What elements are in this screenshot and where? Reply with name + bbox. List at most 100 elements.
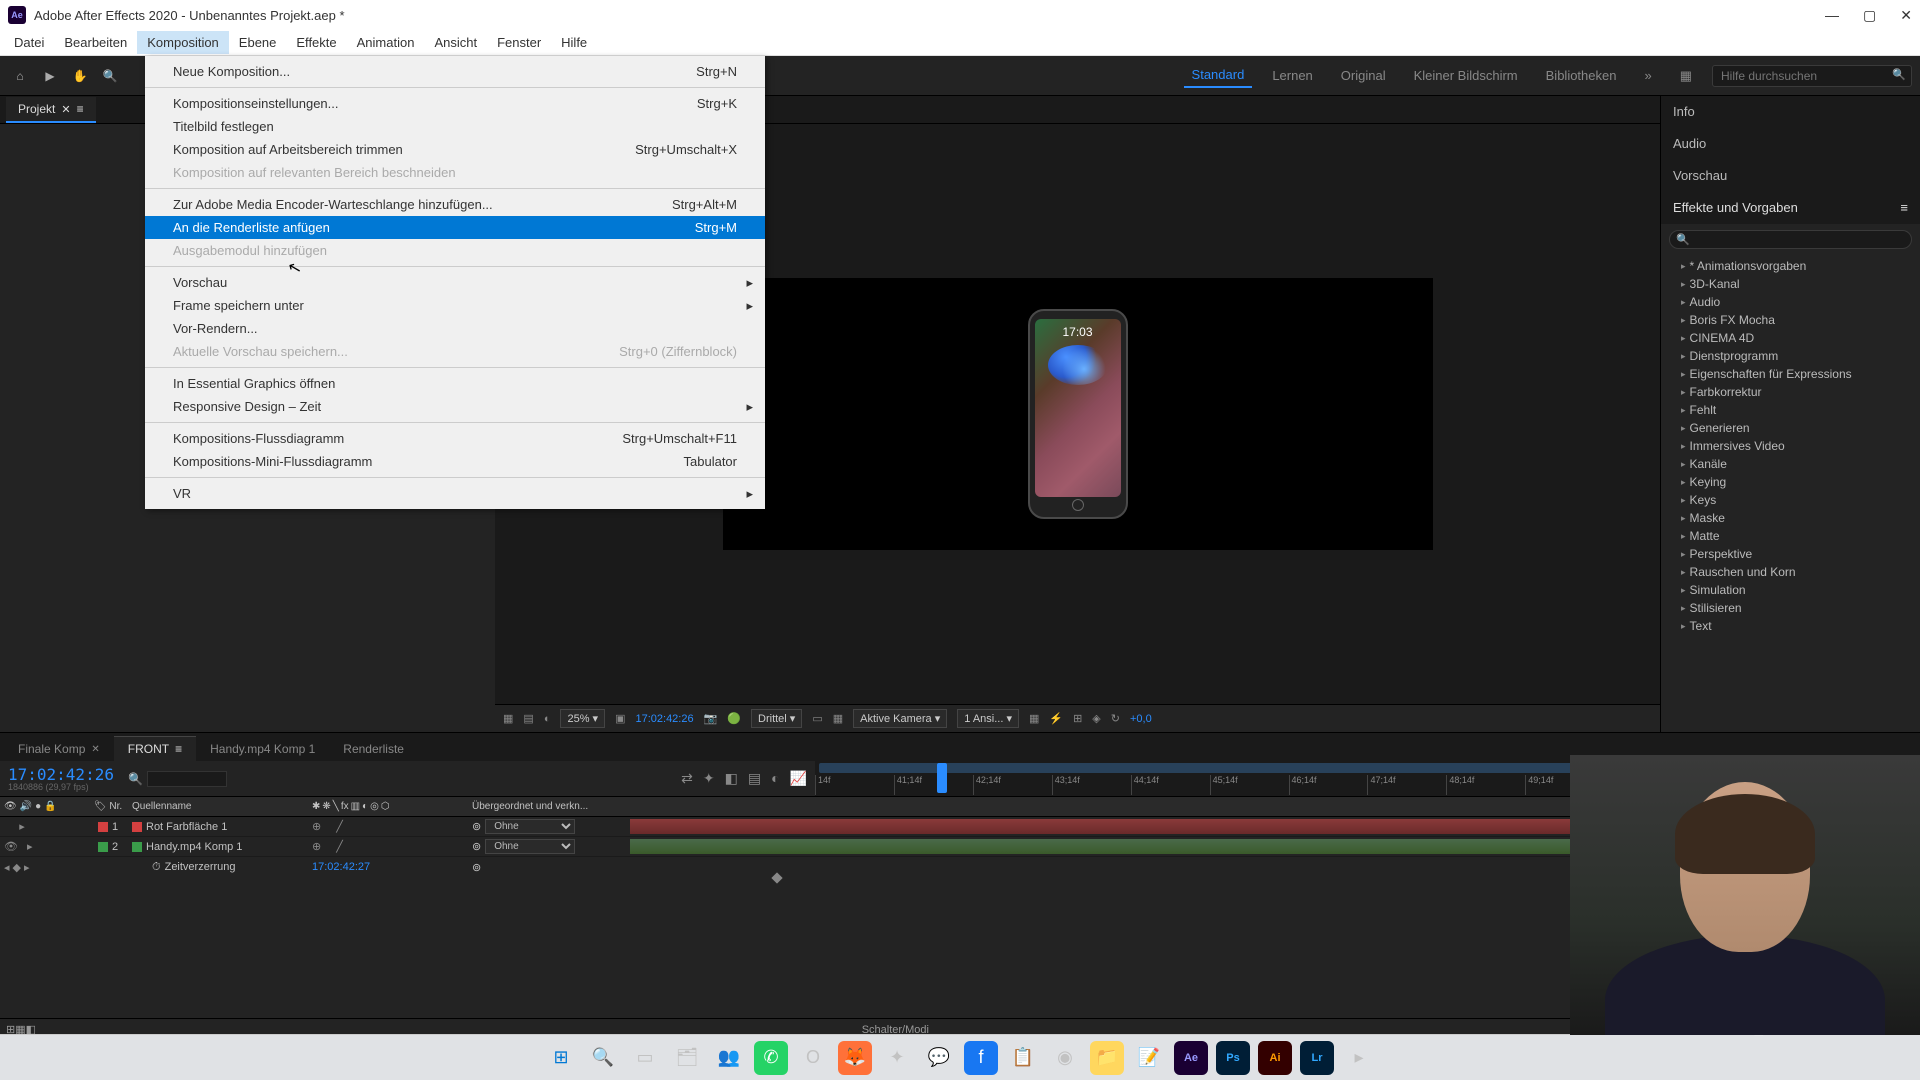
menu-hilfe[interactable]: Hilfe <box>551 31 597 54</box>
info-panel-header[interactable]: Info <box>1661 96 1920 128</box>
menu-item-responsive-design-zeit[interactable]: Responsive Design – Zeit▸ <box>145 395 765 418</box>
reset-workspace-icon[interactable]: ▦ <box>1672 64 1700 88</box>
expand-arrow[interactable]: ▸ <box>19 820 25 833</box>
views-select[interactable]: 1 Ansi... ▾ <box>957 709 1019 728</box>
close-icon[interactable]: ✕ <box>91 744 99 755</box>
menu-bearbeiten[interactable]: Bearbeiten <box>54 31 137 54</box>
effect-category[interactable]: * Animationsvorgaben <box>1661 257 1920 275</box>
panel-menu-icon[interactable]: ≡ <box>77 102 84 116</box>
switch[interactable]: ⊕ <box>312 820 321 833</box>
effect-category[interactable]: Eigenschaften für Expressions <box>1661 365 1920 383</box>
switch-icon[interactable]: ◎ <box>370 801 379 812</box>
menu-item-frame-speichern-unter[interactable]: Frame speichern unter▸ <box>145 294 765 317</box>
playhead[interactable] <box>937 763 947 793</box>
resolution-icon[interactable]: ▣ <box>615 712 625 725</box>
keyframe-nav-prev[interactable]: ◂ <box>4 861 10 874</box>
menu-fenster[interactable]: Fenster <box>487 31 551 54</box>
effect-category[interactable]: Keying <box>1661 473 1920 491</box>
workspace-bibliotheken[interactable]: Bibliotheken <box>1538 64 1625 87</box>
taskbar-teams[interactable]: 👥 <box>712 1041 746 1075</box>
taskbar-explorer[interactable]: 🗂 <box>670 1041 704 1075</box>
taskbar-windows-start[interactable]: ⊞ <box>544 1041 578 1075</box>
menu-ebene[interactable]: Ebene <box>229 31 287 54</box>
keyframe-nav-next[interactable]: ▸ <box>24 861 30 874</box>
effect-category[interactable]: Perspektive <box>1661 545 1920 563</box>
maximize-button[interactable]: ▢ <box>1863 7 1876 24</box>
transparency-icon[interactable]: ▦ <box>833 712 843 725</box>
reset-exposure-icon[interactable]: ↻ <box>1111 712 1120 725</box>
camera-select[interactable]: Aktive Kamera ▾ <box>853 709 947 728</box>
menu-item-komposition-auf-arbeitsbereich-trimmen[interactable]: Komposition auf Arbeitsbereich trimmenSt… <box>145 138 765 161</box>
property-value[interactable]: 17:02:42:27 <box>308 861 468 873</box>
timeline-icon[interactable]: ⊞ <box>1073 712 1082 725</box>
timeline-search[interactable] <box>147 771 227 787</box>
stopwatch-icon[interactable]: ⏱ <box>152 861 161 874</box>
help-search[interactable] <box>1712 65 1912 87</box>
taskbar-lightroom[interactable]: Lr <box>1300 1041 1334 1075</box>
tab-menu-icon[interactable]: ≡ <box>175 742 182 756</box>
fast-preview-icon[interactable]: ⚡ <box>1049 712 1063 725</box>
taskbar-messenger[interactable]: 💬 <box>922 1041 956 1075</box>
switch[interactable]: ⊕ <box>312 840 321 853</box>
effects-search[interactable]: 🔍 <box>1669 230 1912 249</box>
effect-category[interactable]: CINEMA 4D <box>1661 329 1920 347</box>
taskbar-whatsapp[interactable]: ✆ <box>754 1041 788 1075</box>
home-tool[interactable]: ⌂ <box>8 64 32 88</box>
channel-icon[interactable]: 🟢 <box>727 712 741 725</box>
switch-icon[interactable]: ╲ <box>333 801 339 812</box>
workspace-overflow-icon[interactable]: » <box>1636 64 1659 87</box>
menu-item-titelbild-festlegen[interactable]: Titelbild festlegen <box>145 115 765 138</box>
effect-category[interactable]: Boris FX Mocha <box>1661 311 1920 329</box>
taskbar-illustrator[interactable]: Ai <box>1258 1041 1292 1075</box>
hand-tool[interactable]: ✋ <box>68 64 92 88</box>
keyframe-toggle[interactable]: ◆ <box>13 861 21 874</box>
effect-category[interactable]: Stilisieren <box>1661 599 1920 617</box>
selection-tool[interactable]: ▶ <box>38 64 62 88</box>
taskbar-app8[interactable]: 📋 <box>1006 1041 1040 1075</box>
menu-item-vr[interactable]: VR▸ <box>145 482 765 505</box>
close-button[interactable]: ✕ <box>1900 7 1912 24</box>
taskbar-firefox[interactable]: 🦊 <box>838 1041 872 1075</box>
switch[interactable]: ╱ <box>336 840 343 853</box>
minimize-button[interactable]: — <box>1825 7 1839 24</box>
effect-category[interactable]: Immersives Video <box>1661 437 1920 455</box>
project-panel-tab[interactable]: Projekt ✕ ≡ <box>6 97 96 123</box>
lock-column-icon[interactable]: 🔒 <box>44 801 56 812</box>
taskbar-after-effects[interactable]: Ae <box>1174 1041 1208 1075</box>
shy-icon[interactable]: ◧ <box>725 770 738 787</box>
solo-column-icon[interactable]: ● <box>35 801 41 812</box>
timeline-tab[interactable]: Finale Komp✕ <box>4 737 114 761</box>
menu-item-zur-adobe-media-encoder-warteschlange-hinzuf-gen[interactable]: Zur Adobe Media Encoder-Warteschlange hi… <box>145 193 765 216</box>
switch-icon[interactable]: ◐ <box>362 801 368 812</box>
zoom-select[interactable]: 25% ▾ <box>560 709 605 728</box>
label-column-icon[interactable]: 🏷 <box>94 801 107 812</box>
effect-category[interactable]: Text <box>1661 617 1920 635</box>
audio-panel-header[interactable]: Audio <box>1661 128 1920 160</box>
effect-category[interactable]: Simulation <box>1661 581 1920 599</box>
effect-category[interactable]: Dienstprogramm <box>1661 347 1920 365</box>
gridview-icon[interactable]: ▤ <box>523 712 533 725</box>
menu-effekte[interactable]: Effekte <box>286 31 346 54</box>
pickwhip-icon[interactable]: ⊚ <box>472 840 481 853</box>
switch-icon[interactable]: ▥ <box>351 801 360 812</box>
switch[interactable] <box>327 820 330 833</box>
panel-menu-icon[interactable]: ≡ <box>1900 200 1908 215</box>
effect-category[interactable]: Maske <box>1661 509 1920 527</box>
switch-icon[interactable]: ⬡ <box>381 801 390 812</box>
menu-komposition[interactable]: Komposition <box>137 31 229 54</box>
menu-ansicht[interactable]: Ansicht <box>424 31 487 54</box>
taskbar-notepad[interactable]: 📝 <box>1132 1041 1166 1075</box>
pixel-aspect-icon[interactable]: ▦ <box>1029 712 1039 725</box>
magnification-icon[interactable]: ▦ <box>503 712 513 725</box>
visibility-toggle[interactable]: 👁 <box>4 840 18 853</box>
effect-category[interactable]: Keys <box>1661 491 1920 509</box>
switch-icon[interactable]: ❋ <box>322 801 330 812</box>
taskbar-task-view[interactable]: ▭ <box>628 1041 662 1075</box>
frame-blend-icon[interactable]: ▤ <box>748 770 761 787</box>
source-name-column[interactable]: Quellenname <box>128 801 308 812</box>
visibility-toggle[interactable] <box>4 820 10 833</box>
draft3d-icon[interactable]: ✦ <box>703 770 715 787</box>
effect-category[interactable]: 3D-Kanal <box>1661 275 1920 293</box>
taskbar-opera[interactable]: O <box>796 1041 830 1075</box>
region-icon[interactable]: ▭ <box>812 712 822 725</box>
